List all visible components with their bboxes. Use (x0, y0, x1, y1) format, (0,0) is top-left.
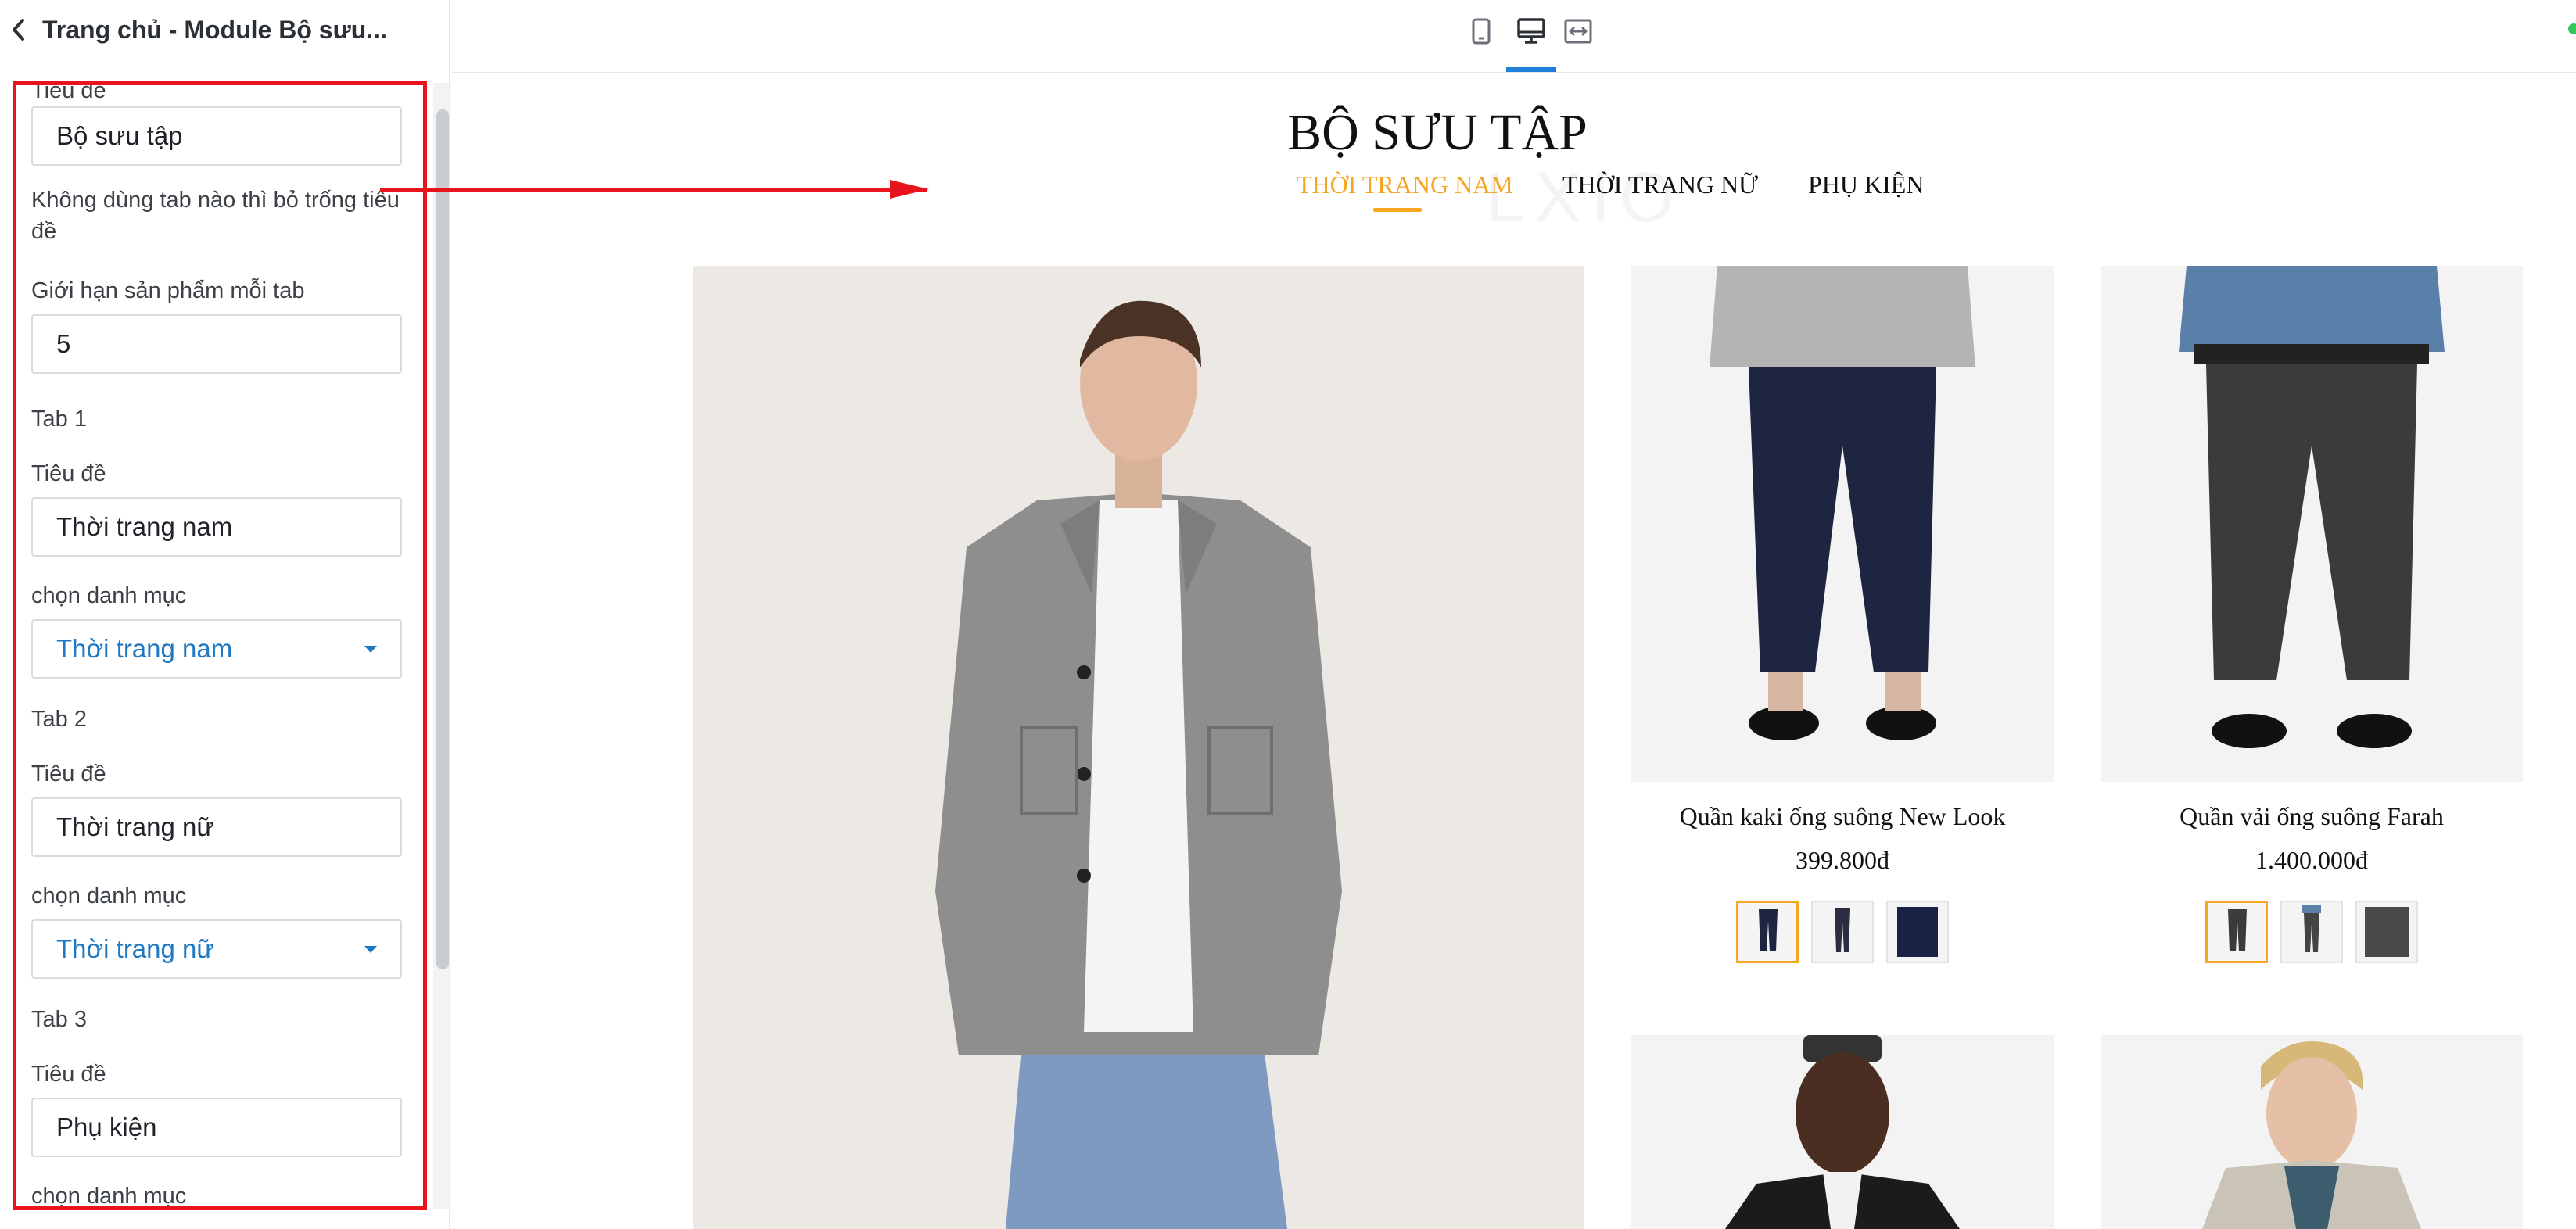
tab2-title-label: Tiêu đề (31, 761, 106, 786)
tab1-category-value: Thời trang nam (56, 634, 233, 663)
product-name-2[interactable]: Quần vải ống suông Farah (2101, 802, 2523, 831)
sidebar-title: Trang chủ - Module Bộ sưu... (42, 15, 387, 44)
mobile-icon[interactable] (1464, 14, 1498, 48)
editor-sidebar: Trang chủ - Module Bộ sưu... Tiêu đề Bộ … (0, 0, 450, 1229)
product-1-swatch-3[interactable] (1886, 901, 1949, 963)
tab1-title-label: Tiêu đề (31, 461, 106, 486)
chevron-left-icon[interactable] (3, 14, 34, 45)
tab2-category-label: chọn danh mục (31, 883, 187, 908)
caret-down-icon (364, 645, 377, 653)
settings-form: Tiêu đề Bộ sưu tập Không dùng tab nào th… (14, 83, 413, 1209)
limit-label: Giới hạn sản phẩm mỗi tab (31, 278, 305, 303)
product-2-swatch-1[interactable] (2205, 901, 2268, 963)
sidebar-header: Trang chủ - Module Bộ sưu... (0, 0, 449, 59)
product-image-4[interactable] (2101, 1035, 2523, 1229)
product-1-swatch-1[interactable] (1736, 901, 1799, 963)
collection-title-label: Tiêu đề (31, 83, 106, 103)
status-dot (2568, 23, 2576, 34)
tab3-title-input[interactable]: Phụ kiện (31, 1098, 402, 1157)
product-name-1[interactable]: Quần kaki ống suông New Look (1631, 802, 2054, 831)
tab1-category-select[interactable]: Thời trang nam (31, 619, 402, 679)
product-image-3[interactable] (1631, 1035, 2054, 1229)
product-2-swatch-3[interactable] (2355, 901, 2418, 963)
tab2-category-select[interactable]: Thời trang nữ (31, 919, 402, 979)
product-image-2[interactable] (2101, 266, 2523, 782)
active-tab-underline (1373, 208, 1422, 212)
section-title: BỘ SƯU TẬP (1287, 104, 1588, 161)
sidebar-scrollbar-thumb[interactable] (436, 109, 449, 969)
collection-title-input[interactable]: Bộ sưu tập (31, 106, 402, 166)
tab3-category-label: chọn danh mục (31, 1184, 187, 1209)
product-image-1[interactable] (1631, 266, 2054, 782)
tab2-heading: Tab 2 (31, 707, 87, 732)
caret-down-icon (364, 945, 377, 953)
fullwidth-icon[interactable] (1561, 14, 1595, 48)
tab1-heading: Tab 1 (31, 407, 87, 432)
annotation-arrow-head (890, 180, 929, 199)
preview-toolbar (452, 0, 2576, 73)
tab-accessories[interactable]: PHỤ KIỆN (1808, 170, 1924, 199)
tab2-title-input[interactable]: Thời trang nữ (31, 797, 402, 857)
product-1-swatch-2[interactable] (1811, 901, 1874, 963)
product-price-1: 399.800đ (1796, 846, 1889, 874)
tab1-title-input[interactable]: Thời trang nam (31, 497, 402, 557)
tab1-category-label: chọn danh mục (31, 583, 187, 608)
limit-input[interactable]: 5 (31, 314, 402, 374)
tab-mens-fashion[interactable]: THỜI TRANG NAM (1297, 170, 1513, 199)
tab3-heading: Tab 3 (31, 1007, 87, 1032)
tab3-title-label: Tiêu đề (31, 1062, 106, 1087)
product-2-swatch-2[interactable] (2280, 901, 2343, 963)
tab-hint-note: Không dùng tab nào thì bỏ trống tiêu đề (31, 188, 400, 244)
featured-product-image[interactable] (693, 266, 1584, 1229)
product-price-2: 1.400.000đ (2255, 846, 2368, 874)
store-preview: BỘ SƯU TẬP LXIO THỜI TRANG NAM THỜI TRAN… (452, 75, 2576, 1229)
tab2-category-value: Thời trang nữ (56, 934, 214, 963)
desktop-icon[interactable] (1514, 14, 1548, 48)
active-device-indicator (1506, 67, 1556, 72)
tab-womens-fashion[interactable]: THỜI TRANG NỮ (1562, 170, 1758, 199)
annotation-arrow-line (380, 188, 927, 192)
